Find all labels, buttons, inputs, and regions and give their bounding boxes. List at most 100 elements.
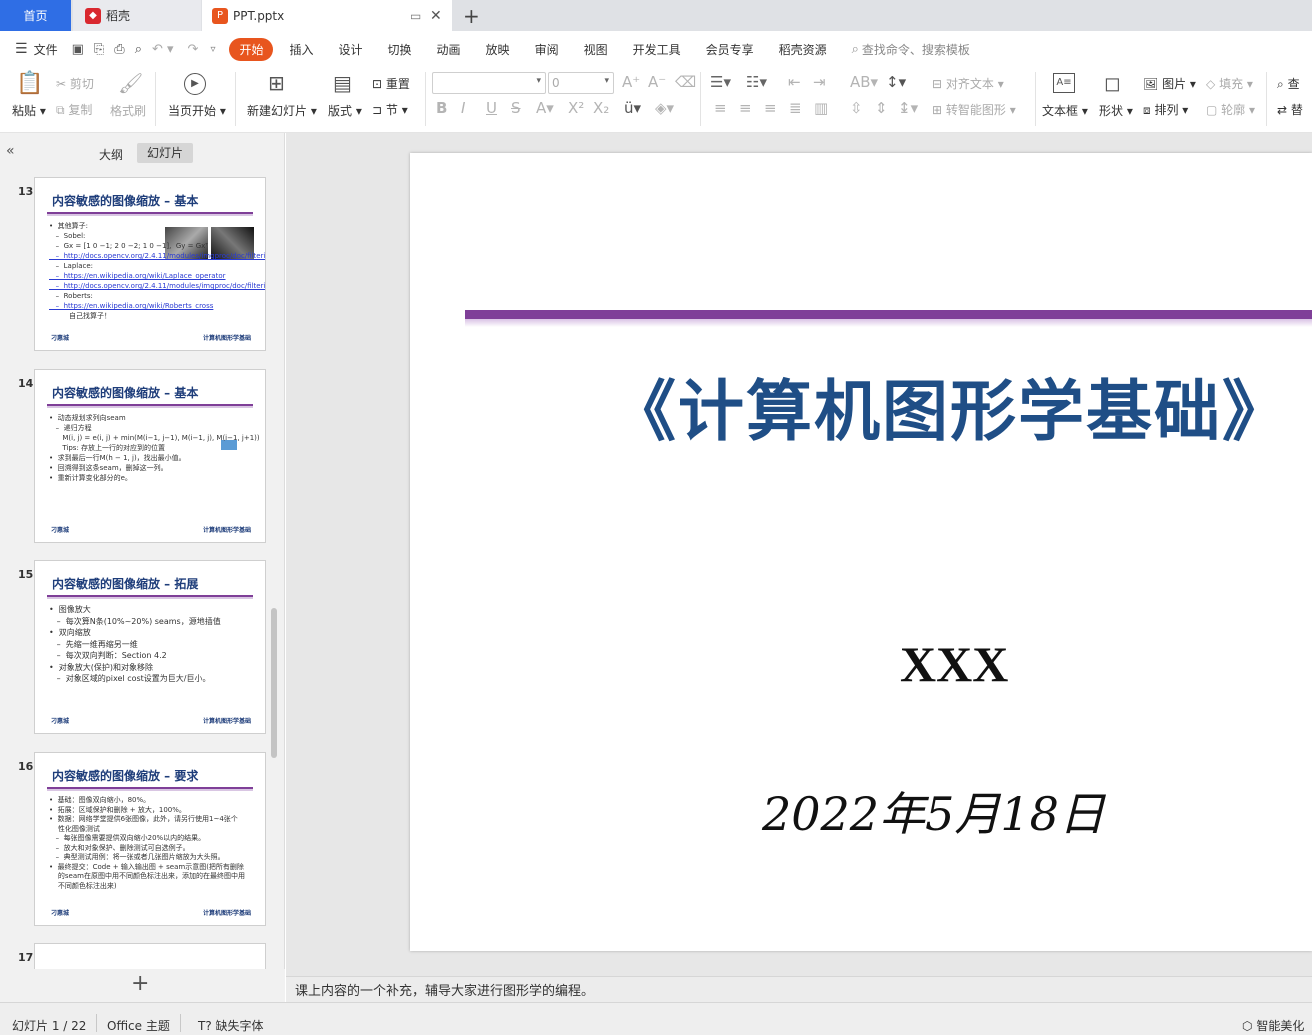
slide-thumbnail-14[interactable]: 内容敏感的图像缩放 – 基本 • 动态规划求列向seam – 递归方程 M(i,… [34, 369, 266, 543]
export-pdf-icon[interactable]: ⎘ [94, 42, 104, 57]
menu-file[interactable]: 文件 [34, 41, 58, 58]
para-spacing-icon[interactable]: ⇳ [850, 99, 863, 117]
highlight-icon[interactable]: ◈▾ [655, 99, 674, 117]
justify-icon[interactable]: ≣ [789, 99, 802, 117]
line-spacing-icon[interactable]: ⇕ [875, 99, 888, 117]
paste-icon[interactable]: 📋 [16, 71, 43, 96]
tab-daoke[interactable]: ◆ 稻壳 [73, 0, 201, 31]
tab-home[interactable]: 首页 [0, 0, 71, 31]
menu-view[interactable]: 视图 [584, 41, 608, 58]
textbox-button[interactable]: 文本框 ▾ [1042, 102, 1088, 119]
superscript-icon[interactable]: X² [568, 99, 584, 117]
row-spacing-icon[interactable]: ↨▾ [898, 99, 918, 117]
paste-button[interactable]: 粘贴 ▾ [12, 102, 46, 119]
numbering-icon[interactable]: ☷▾ [746, 73, 767, 91]
arrange-button[interactable]: ⧈ 排列 ▾ [1143, 101, 1188, 118]
notes-area[interactable]: 课上内容的一个补充，辅导大家进行图形学的编程。 [286, 976, 1312, 1002]
new-tab-plus-icon[interactable]: + [463, 4, 480, 28]
tab-outline[interactable]: 大纲 [99, 146, 123, 163]
slide-title[interactable]: 《计算机图形学基础》 [610, 358, 1290, 454]
font-name-select[interactable]: ▾ [432, 72, 546, 94]
print-preview-icon[interactable]: ⌕ [135, 42, 142, 57]
fill-button[interactable]: ◇ 填充 ▾ [1206, 75, 1253, 92]
replace-button[interactable]: ⇄ 替 [1277, 101, 1303, 118]
undo-icon[interactable]: ↶ ▾ [152, 42, 174, 57]
menu-transition[interactable]: 切换 [388, 41, 412, 58]
save-icon[interactable]: ▣ [72, 42, 84, 57]
decrease-font-icon[interactable]: A⁻ [648, 73, 666, 91]
menu-member[interactable]: 会员专享 [706, 41, 754, 58]
underline-icon[interactable]: U [486, 99, 497, 117]
font-size-select[interactable]: 0 ▾ [548, 72, 614, 94]
menu-design[interactable]: 设计 [339, 41, 363, 58]
missing-font-button[interactable]: T? 缺失字体 [198, 1017, 264, 1034]
close-tab-icon[interactable]: ✕ [430, 8, 442, 24]
current-slide[interactable]: 《计算机图形学基础》 XXX 2022年5月18日 [410, 153, 1312, 951]
play-from-current-button[interactable]: 当页开始 ▾ [168, 102, 226, 119]
font-color-icon[interactable]: A▾ [536, 99, 554, 117]
format-painter-icon: 🖌 [118, 71, 144, 95]
menu-insert[interactable]: 插入 [289, 41, 313, 58]
menu-developer[interactable]: 开发工具 [633, 41, 681, 58]
menu-daoke-resources[interactable]: 稻壳资源 [779, 41, 827, 58]
slide-author[interactable]: XXX [900, 635, 1008, 693]
reset-button[interactable]: ⊡ 重置 [372, 75, 410, 92]
cut-button[interactable]: ✂ 剪切 [56, 75, 94, 92]
align-right-icon[interactable]: ≡ [764, 99, 777, 117]
tab-slides[interactable]: 幻灯片 [137, 143, 193, 163]
menu-slideshow[interactable]: 放映 [486, 41, 510, 58]
new-slide-button[interactable]: 新建幻灯片 ▾ [247, 102, 317, 119]
redo-icon[interactable]: ↷ [188, 42, 199, 57]
format-painter-button[interactable]: 格式刷 [110, 102, 146, 119]
italic-icon[interactable]: I [461, 99, 465, 117]
thumb-rule-shadow [47, 406, 253, 408]
command-search[interactable]: 查找命令、搜索模板 [862, 41, 970, 58]
layout-button[interactable]: 版式 ▾ [328, 102, 362, 119]
subscript-icon[interactable]: X₂ [593, 99, 609, 117]
copy-button[interactable]: ⧉ 复制 [56, 101, 92, 118]
slide-thumbnail-15[interactable]: 内容敏感的图像缩放 – 拓展 • 图像放大 – 每次算N条(10%~20%) s… [34, 560, 266, 734]
increase-indent-icon[interactable]: ⇥ [813, 73, 826, 91]
smart-beautify-button[interactable]: ⬡ 智能美化 [1242, 1017, 1304, 1034]
clear-format-icon[interactable]: ⌫ [675, 73, 696, 91]
pinyin-icon[interactable]: ü▾ [624, 99, 641, 117]
menu-start[interactable]: 开始 [229, 37, 274, 61]
align-left-icon[interactable]: ≡ [714, 99, 727, 117]
picture-button[interactable]: 🖼 图片 ▾ [1143, 75, 1196, 92]
outline-button[interactable]: ▢ 轮廓 ▾ [1206, 101, 1255, 118]
shape-button[interactable]: 形状 ▾ [1099, 102, 1133, 119]
align-center-icon[interactable]: ≡ [739, 99, 752, 117]
strikethrough-icon[interactable]: S [511, 99, 521, 117]
thumb-title: 内容敏感的图像缩放 – 基本 [52, 194, 199, 208]
menu-animation[interactable]: 动画 [437, 41, 461, 58]
to-smartart-button[interactable]: ⊞ 转智能图形 ▾ [932, 101, 1016, 118]
thumb-line: 的seam在原图中用不同颜色标注出来，添加的在最终图中用 [49, 872, 245, 880]
slide-thumbnail-13[interactable]: 内容敏感的图像缩放 – 基本 • 其他算子: – Sobel: – Gx = [… [34, 177, 266, 351]
float-window-icon[interactable]: ▭ [410, 9, 421, 23]
section-button[interactable]: ⊐ 节 ▾ [372, 101, 408, 118]
print-icon[interactable]: ⎙ [114, 42, 124, 57]
theme-name[interactable]: Office 主题 [107, 1017, 170, 1034]
decrease-indent-icon[interactable]: ⇤ [788, 73, 801, 91]
panel-scrollbar[interactable] [271, 608, 277, 758]
thumb-body: • 图像放大 – 每次算N条(10%~20%) seams，源地插值 • 双向缩放… [49, 604, 259, 685]
hamburger-icon[interactable]: ☰ [15, 41, 28, 57]
slide-date[interactable]: 2022年5月18日 [762, 778, 1105, 844]
menu-review[interactable]: 审阅 [535, 41, 559, 58]
slide-thumbnail-16[interactable]: 内容敏感的图像缩放 – 要求 • 基础：图像双向缩小，80%。 • 拓展：区域保护… [34, 752, 266, 926]
find-button[interactable]: ⌕ 查 [1277, 75, 1300, 92]
collapse-panel-icon[interactable]: « [6, 143, 15, 159]
bold-icon[interactable]: B [436, 99, 447, 117]
status-bar: 幻灯片 1 / 22 Office 主题 T? 缺失字体 ⬡ 智能美化 [0, 1002, 1312, 1035]
quick-access-dropdown-icon[interactable]: ▿ [210, 44, 215, 55]
align-text-button[interactable]: ⊟ 对齐文本 ▾ [932, 75, 1004, 92]
distribute-icon[interactable]: ▥ [814, 99, 828, 117]
add-slide-plus-icon[interactable]: + [131, 971, 149, 996]
increase-font-icon[interactable]: A⁺ [622, 73, 640, 91]
tab-ppt-file[interactable]: P PPT.pptx ▭ ✕ [202, 0, 452, 31]
slide-thumbnail-17[interactable] [34, 943, 266, 970]
line-spacing-sort-icon[interactable]: ↕▾ [886, 73, 906, 91]
bullets-icon[interactable]: ☰▾ [710, 73, 731, 91]
text-direction-icon[interactable]: AB▾ [850, 73, 878, 91]
edit-canvas: 《计算机图形学基础》 XXX 2022年5月18日 [286, 133, 1312, 976]
